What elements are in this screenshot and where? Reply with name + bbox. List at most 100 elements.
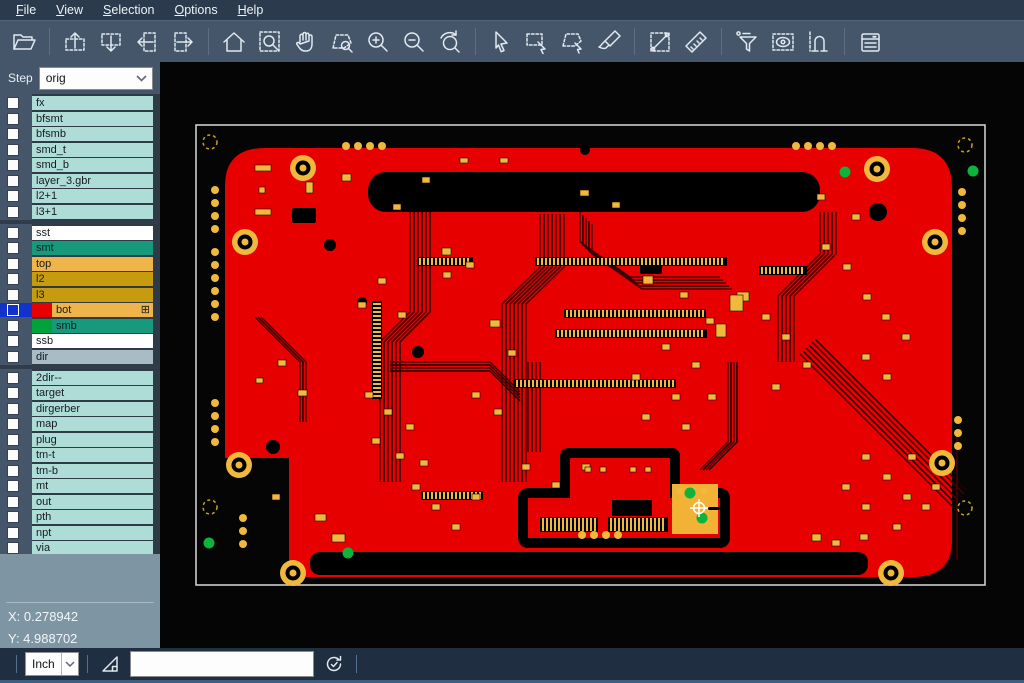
layer-row-top[interactable]: top — [0, 257, 153, 271]
layer-label[interactable]: bfsmb — [32, 127, 153, 141]
zoom-out-button[interactable] — [397, 25, 431, 59]
layer-checkbox[interactable] — [0, 288, 32, 302]
layer-checkbox[interactable] — [0, 350, 32, 364]
layer-row-bfsmb[interactable]: bfsmb — [0, 127, 153, 141]
layer-row-npt[interactable]: npt — [0, 526, 153, 540]
layer-row-smd_b[interactable]: smd_b — [0, 158, 153, 172]
layer-checkbox[interactable] — [0, 386, 32, 400]
layer-row-l3[interactable]: l3 — [0, 288, 153, 302]
layer-checkbox[interactable] — [0, 334, 32, 348]
layer-checkbox[interactable] — [0, 127, 32, 141]
layer-row-sst[interactable]: sst — [0, 226, 153, 240]
layer-label[interactable]: pth — [32, 510, 153, 524]
layer-row-dirgerber[interactable]: dirgerber — [0, 402, 153, 416]
menu-file[interactable]: File — [6, 0, 46, 20]
layer-label[interactable]: plug — [32, 433, 153, 447]
layer-row-2dir--[interactable]: 2dir-- — [0, 371, 153, 385]
layer-label[interactable]: smt — [32, 241, 153, 255]
layer-row-mt[interactable]: mt — [0, 479, 153, 493]
layer-checkbox[interactable] — [0, 158, 32, 172]
layer-label[interactable]: via — [32, 541, 153, 555]
menu-options[interactable]: Options — [164, 0, 227, 20]
layer-row-l3+1[interactable]: l3+1 — [0, 205, 153, 219]
layer-checkbox[interactable] — [0, 433, 32, 447]
layer-label[interactable]: map — [32, 417, 153, 431]
layer-row-l2+1[interactable]: l2+1 — [0, 189, 153, 203]
layer-checkbox[interactable] — [0, 402, 32, 416]
snap-magnet-button[interactable] — [802, 25, 836, 59]
refresh-icon[interactable] — [322, 652, 346, 676]
layer-row-via[interactable]: via — [0, 541, 153, 555]
box-arrow-down-button[interactable] — [94, 25, 128, 59]
layer-row-map[interactable]: map — [0, 417, 153, 431]
open-folder-button[interactable] — [7, 25, 41, 59]
step-select[interactable]: orig — [39, 67, 153, 90]
layer-checkbox[interactable] — [0, 417, 32, 431]
layer-label[interactable]: 2dir-- — [32, 371, 153, 385]
layer-label[interactable]: bfsmt — [32, 112, 153, 126]
layer-checkbox[interactable] — [0, 319, 32, 333]
layer-row-layer_3.gbr[interactable]: layer_3.gbr — [0, 174, 153, 188]
layer-checkbox[interactable] — [0, 371, 32, 385]
layer-color-swatch[interactable] — [32, 319, 52, 333]
measure-line-button[interactable] — [643, 25, 677, 59]
layer-color-swatch[interactable] — [32, 303, 52, 317]
layer-label[interactable]: smd_b — [32, 158, 153, 172]
layer-row-out[interactable]: out — [0, 495, 153, 509]
layer-row-smd_t[interactable]: smd_t — [0, 143, 153, 157]
layer-row-target[interactable]: target — [0, 386, 153, 400]
layer-checkbox[interactable] — [0, 464, 32, 478]
layer-label[interactable]: fx — [32, 96, 153, 110]
layer-checkbox[interactable] — [0, 241, 32, 255]
layer-label[interactable]: bot⊞ — [52, 303, 153, 317]
brush-button[interactable] — [592, 25, 626, 59]
layer-checkbox[interactable] — [0, 479, 32, 493]
box-arrow-up-button[interactable] — [58, 25, 92, 59]
select-pointer-button[interactable] — [484, 25, 518, 59]
layer-checkbox[interactable] — [0, 205, 32, 219]
view-eye-button[interactable] — [766, 25, 800, 59]
layer-label[interactable]: l3 — [32, 288, 153, 302]
layer-row-tm-b[interactable]: tm-b — [0, 464, 153, 478]
layer-row-smt[interactable]: smt — [0, 241, 153, 255]
layer-label[interactable]: out — [32, 495, 153, 509]
layer-label[interactable]: dirgerber — [32, 402, 153, 416]
filter-button[interactable] — [730, 25, 764, 59]
select-polygon-button[interactable] — [556, 25, 590, 59]
box-arrow-left-button[interactable] — [130, 25, 164, 59]
layer-label[interactable]: smb — [52, 319, 153, 333]
layer-row-bfsmt[interactable]: bfsmt — [0, 112, 153, 126]
ruler-button[interactable] — [679, 25, 713, 59]
layer-checkbox[interactable] — [0, 174, 32, 188]
menu-view[interactable]: View — [46, 0, 93, 20]
menu-selection[interactable]: Selection — [93, 0, 164, 20]
layer-checkbox[interactable] — [0, 143, 32, 157]
set-square-icon[interactable] — [98, 652, 122, 676]
zoom-polygon-button[interactable] — [325, 25, 359, 59]
layer-checkbox[interactable] — [0, 189, 32, 203]
layer-row-smb[interactable]: smb — [0, 319, 153, 333]
select-rect-button[interactable] — [520, 25, 554, 59]
layer-label[interactable]: ssb — [32, 334, 153, 348]
layer-row-pth[interactable]: pth — [0, 510, 153, 524]
layer-checkbox[interactable] — [0, 112, 32, 126]
menu-help[interactable]: Help — [228, 0, 274, 20]
layer-row-l2[interactable]: l2 — [0, 272, 153, 286]
layer-label[interactable]: l2+1 — [32, 189, 153, 203]
layer-label[interactable]: smd_t — [32, 143, 153, 157]
layer-row-fx[interactable]: fx — [0, 96, 153, 110]
layer-checkbox[interactable] — [0, 257, 32, 271]
layer-checkbox[interactable] — [0, 303, 32, 317]
layer-label[interactable]: l2 — [32, 272, 153, 286]
pan-hand-button[interactable] — [289, 25, 323, 59]
zoom-window-button[interactable] — [253, 25, 287, 59]
layer-row-plug[interactable]: plug — [0, 433, 153, 447]
pcb-viewport[interactable] — [160, 62, 1024, 648]
layer-checkbox[interactable] — [0, 272, 32, 286]
zoom-previous-button[interactable] — [433, 25, 467, 59]
layer-checkbox[interactable] — [0, 526, 32, 540]
layer-label[interactable]: tm-t — [32, 448, 153, 462]
layer-label[interactable]: l3+1 — [32, 205, 153, 219]
layer-label[interactable]: top — [32, 257, 153, 271]
unit-select[interactable]: Inch — [25, 652, 79, 676]
